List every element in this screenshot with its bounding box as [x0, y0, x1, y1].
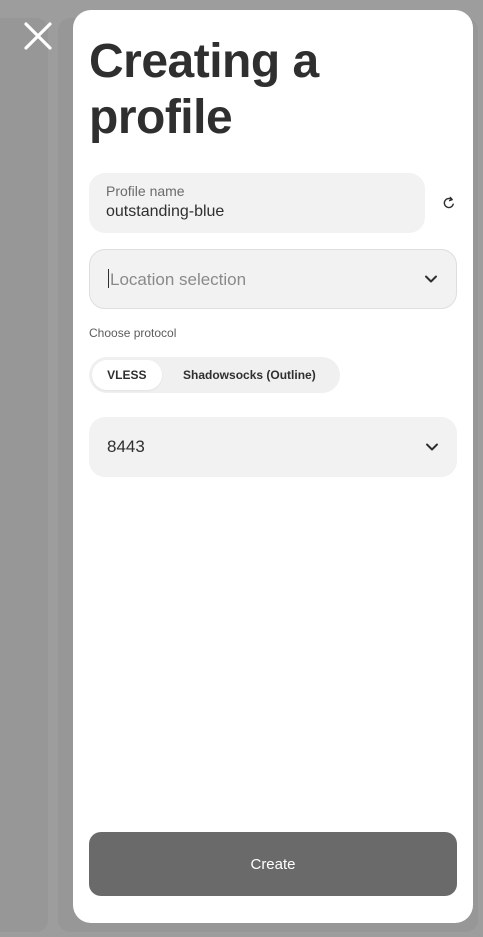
profile-name-label: Profile name	[106, 183, 185, 199]
location-placeholder: Location selection	[108, 268, 247, 290]
port-value: 8443	[107, 437, 145, 456]
chevron-down-icon	[426, 443, 438, 451]
location-select[interactable]: Location selection	[89, 249, 457, 309]
protocol-switch: VLESS Shadowsocks (Outline)	[89, 357, 340, 393]
profile-name-input[interactable]: outstanding-blue	[106, 202, 408, 222]
refresh-icon	[443, 196, 454, 209]
protocol-option-shadowsocks[interactable]: Shadowsocks (Outline)	[162, 360, 337, 390]
regenerate-name-button[interactable]	[439, 193, 459, 213]
close-icon	[24, 22, 52, 50]
location-placeholder-text: Location selection	[110, 269, 247, 289]
close-button[interactable]	[20, 18, 56, 54]
create-button[interactable]: Create	[89, 832, 457, 896]
text-caret	[108, 268, 109, 288]
background-card-left	[0, 18, 48, 932]
page-title: Creating a profile	[89, 35, 319, 144]
protocol-label: Choose protocol	[89, 326, 177, 340]
chevron-down-icon	[425, 275, 437, 283]
create-profile-modal: Creating a profile Profile name outstand…	[73, 10, 473, 923]
protocol-option-vless[interactable]: VLESS	[92, 360, 162, 390]
port-select[interactable]: 8443	[89, 417, 457, 477]
profile-name-field[interactable]: Profile name outstanding-blue	[89, 173, 425, 233]
